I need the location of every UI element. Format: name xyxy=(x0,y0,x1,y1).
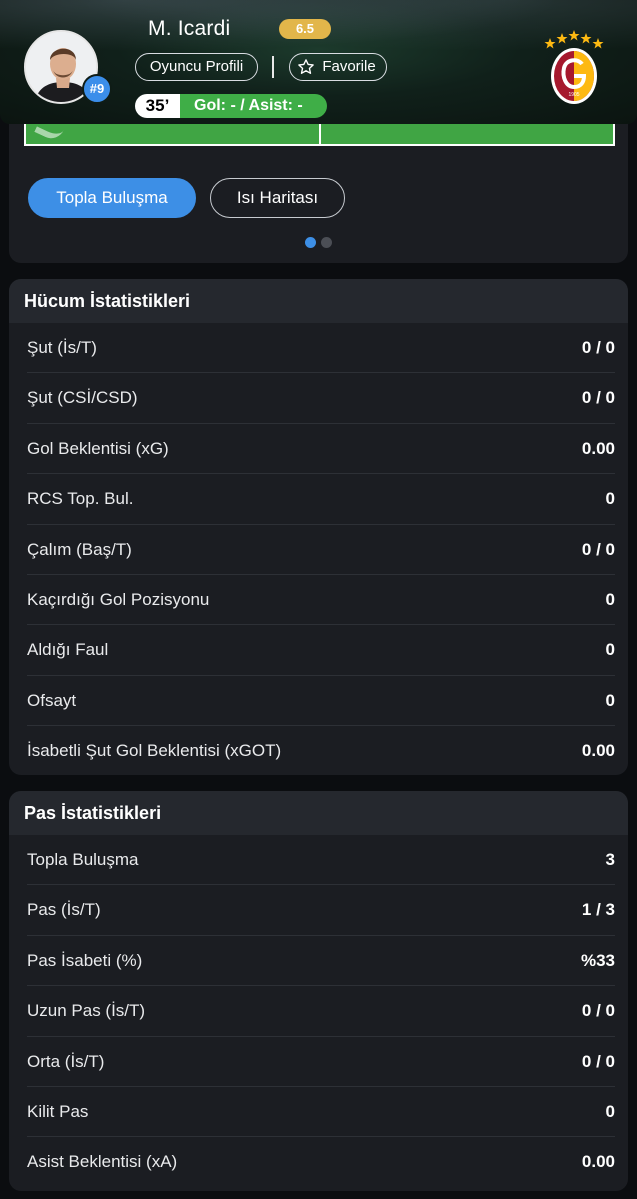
pass-stats-list: Topla Buluşma 3 Pas (İs/T) 1 / 3 Pas İsa… xyxy=(9,835,628,1188)
stat-value: 0.00 xyxy=(581,438,615,458)
stat-row: Kaçırdığı Gol Pozisyonu 0 xyxy=(27,575,615,626)
attack-stats-list: Şut (İs/T) 0 / 0 Şut (CSİ/CSD) 0 / 0 Gol… xyxy=(9,323,628,775)
stat-label: RCS Top. Bul. xyxy=(27,489,134,509)
stat-value: 3 xyxy=(605,850,615,869)
stat-label: Şut (CSİ/CSD) xyxy=(27,388,138,408)
pass-stats-card: Pas İstatistikleri Topla Buluşma 3 Pas (… xyxy=(9,791,628,1191)
stat-row: RCS Top. Bul. 0 xyxy=(27,474,615,525)
stat-label: Kaçırdığı Gol Pozisyonu xyxy=(27,589,210,609)
stat-row: Pas (İs/T) 1 / 3 xyxy=(27,885,615,936)
stat-value: 0.00 xyxy=(581,741,615,761)
stat-value: 0 / 0 xyxy=(581,1051,615,1071)
stat-value: 0.00 xyxy=(581,1152,615,1172)
stat-row: Topla Buluşma 3 xyxy=(27,835,615,886)
jersey-number-badge: #9 xyxy=(82,74,112,104)
stat-label: Orta (İs/T) xyxy=(27,1051,105,1071)
stat-row: Gol Beklentisi (xG) 0.00 xyxy=(27,424,615,475)
player-name: M. Icardi xyxy=(148,17,231,40)
stat-row: Şut (CSİ/CSD) 0 / 0 xyxy=(27,373,615,424)
stat-value: 0 / 0 xyxy=(581,539,615,559)
attack-stats-card: Hücum İstatistikleri Şut (İs/T) 0 / 0 Şu… xyxy=(9,279,628,775)
stat-label: Pas İsabeti (%) xyxy=(27,950,143,970)
stat-label: Ofsayt xyxy=(27,690,77,710)
goal-assist-summary: Gol: - / Asist: - xyxy=(180,94,327,118)
stat-row: Orta (İs/T) 0 / 0 xyxy=(27,1037,615,1087)
stat-label: Asist Beklentisi (xA) xyxy=(27,1152,178,1172)
stat-row: Asist Beklentisi (xA) 0.00 xyxy=(27,1137,615,1187)
star-icon xyxy=(298,59,314,74)
stat-value: 0 xyxy=(605,1101,615,1121)
stat-row: Pas İsabeti (%) %33 xyxy=(27,936,615,987)
stat-value: 0 xyxy=(605,640,615,660)
tab-topla-bulusma[interactable]: Topla Buluşma xyxy=(28,178,196,218)
stat-row: Çalım (Baş/T) 0 / 0 xyxy=(27,525,615,575)
stat-row: İsabetli Şut Gol Beklentisi (xGOT) 0.00 xyxy=(27,726,615,775)
favorite-button[interactable]: Favorile xyxy=(289,53,387,81)
rating-badge: 6.5 xyxy=(279,19,331,39)
galatasaray-logo-icon[interactable]: 1905 xyxy=(542,30,606,106)
page-dot[interactable] xyxy=(321,237,332,248)
minutes-played: 35’ xyxy=(135,94,180,118)
stat-value: 0 / 0 xyxy=(581,338,615,357)
stat-row: Ofsayt 0 xyxy=(27,676,615,727)
stat-label: Pas (İs/T) xyxy=(27,900,101,920)
favorite-label: Favorile xyxy=(322,58,376,75)
stat-label: Şut (İs/T) xyxy=(27,338,97,357)
stat-value: 0 xyxy=(605,489,615,509)
stat-row: Uzun Pas (İs/T) 0 / 0 xyxy=(27,986,615,1037)
stat-row: Kilit Pas 0 xyxy=(27,1087,615,1138)
stat-label: Uzun Pas (İs/T) xyxy=(27,1001,146,1021)
player-profile-button[interactable]: Oyuncu Profili xyxy=(135,53,258,81)
player-header: #9 M. Icardi 6.5 Oyuncu Profili Favorile… xyxy=(0,0,637,124)
stat-label: Çalım (Baş/T) xyxy=(27,539,132,559)
stat-value: 0 / 0 xyxy=(581,388,615,408)
pitch-card: Topla Buluşma Isı Haritası xyxy=(9,100,628,263)
page-dot-active[interactable] xyxy=(305,237,316,248)
pass-stats-title: Pas İstatistikleri xyxy=(9,791,628,835)
stat-label: Topla Buluşma xyxy=(27,850,139,869)
player-profile-label: Oyuncu Profili xyxy=(149,58,244,75)
attack-stats-title: Hücum İstatistikleri xyxy=(9,279,628,323)
tab-isi-haritasi[interactable]: Isı Haritası xyxy=(210,178,345,218)
stat-row: Aldığı Faul 0 xyxy=(27,625,615,676)
stat-label: İsabetli Şut Gol Beklentisi (xGOT) xyxy=(27,741,282,761)
stat-value: 0 / 0 xyxy=(581,1001,615,1021)
stat-label: Aldığı Faul xyxy=(27,640,109,660)
stat-value: 1 / 3 xyxy=(581,900,615,920)
club-logo-year: 1905 xyxy=(568,92,579,98)
stat-value: 0 xyxy=(605,690,615,710)
stat-row: Şut (İs/T) 0 / 0 xyxy=(27,323,615,374)
stat-value: %33 xyxy=(580,950,615,970)
stat-label: Kilit Pas xyxy=(27,1101,89,1121)
stat-label: Gol Beklentisi (xG) xyxy=(27,438,169,458)
stat-value: 0 xyxy=(605,589,615,609)
header-divider xyxy=(272,56,274,78)
